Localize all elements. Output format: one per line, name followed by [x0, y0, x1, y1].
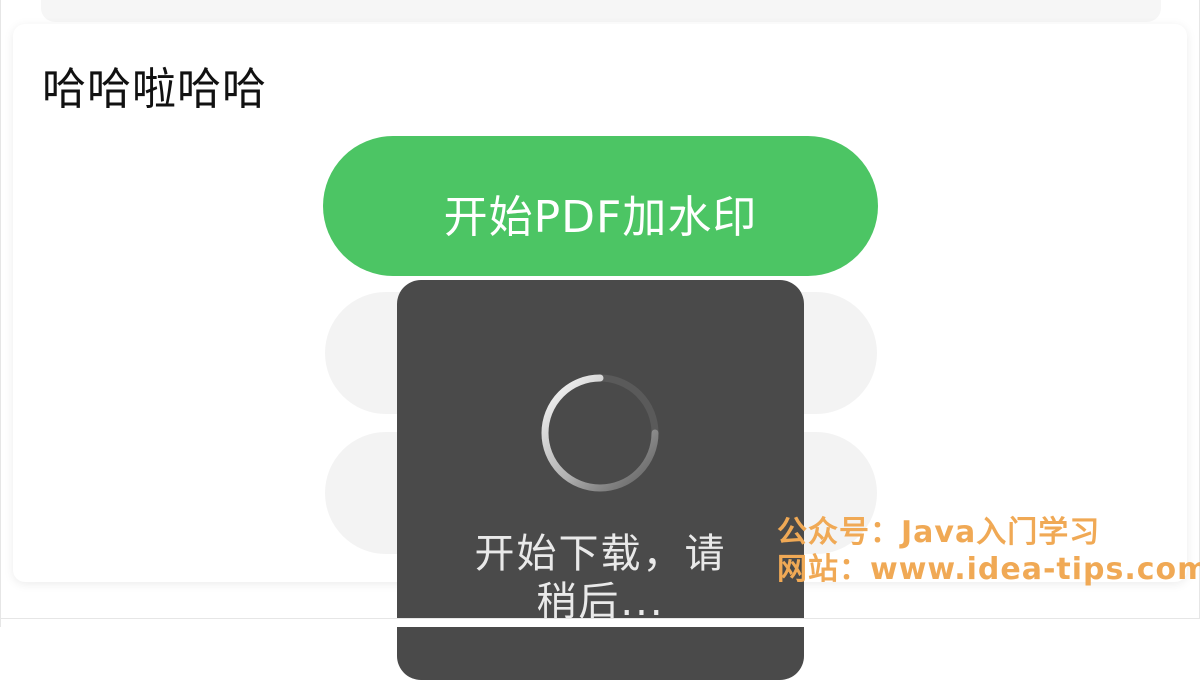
watermark-line-1: 公众号：Java入门学习 — [777, 515, 1101, 550]
start-pdf-watermark-button[interactable]: 开始PDF加水印 — [323, 136, 878, 276]
toast-message: 开始下载，请稍后... — [474, 531, 727, 625]
spinner-icon — [541, 374, 659, 492]
app-screen: 哈哈啦哈哈 开始PDF加水印 开始下载，请稍后... 公众号：Java入门学习 … — [0, 0, 1200, 680]
bottom-edge — [1, 618, 1200, 627]
page-title: 哈哈啦哈哈 — [42, 64, 267, 115]
top-card-edge — [41, 0, 1161, 22]
watermark-line-2: 网站：www.idea-tips.com — [777, 552, 1200, 587]
